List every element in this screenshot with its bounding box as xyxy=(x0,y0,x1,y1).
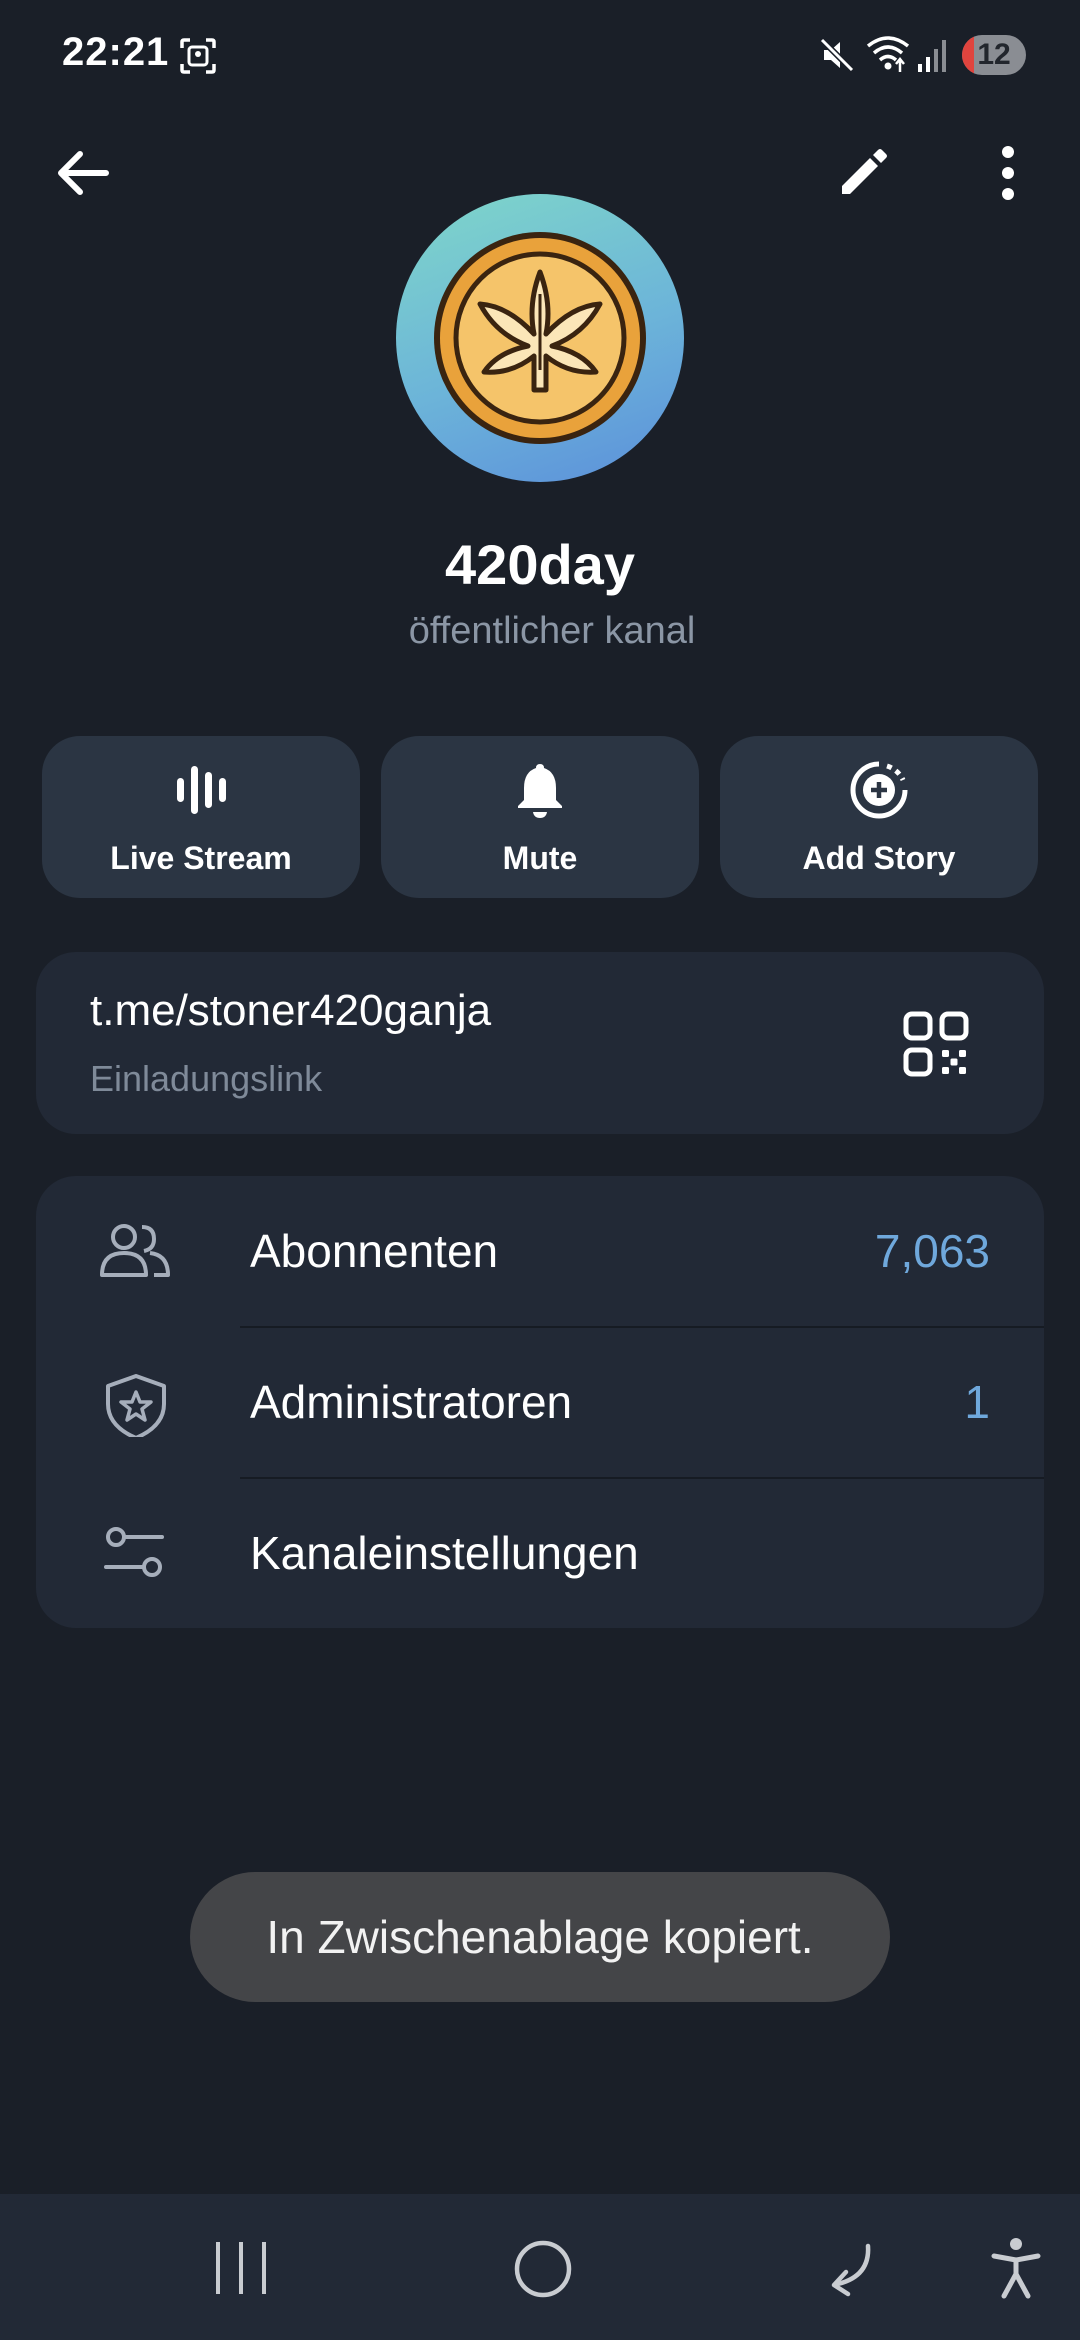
more-options-button[interactable] xyxy=(978,140,1038,206)
add-story-icon xyxy=(850,761,908,819)
subscribers-title: Abonnenten xyxy=(250,1225,499,1277)
accessibility-icon[interactable] xyxy=(990,2236,1042,2300)
people-icon xyxy=(100,1224,170,1277)
battery-badge: 12 xyxy=(962,35,1026,75)
menu-item-administrators[interactable]: Administratoren 1 xyxy=(36,1327,1044,1477)
administrators-count: 1 xyxy=(964,1376,990,1428)
menu-item-channel-settings[interactable]: Kanaleinstellungen xyxy=(36,1478,1044,1628)
channel-name: 420day xyxy=(445,533,635,596)
live-stream-icon xyxy=(177,766,226,814)
channel-settings-title: Kanaleinstellungen xyxy=(250,1527,639,1579)
signal-icon xyxy=(918,40,946,72)
screenshot-icon xyxy=(180,38,216,74)
invite-link-label: Einladungslink xyxy=(90,1058,323,1099)
edit-button[interactable] xyxy=(830,140,896,206)
battery-level: 12 xyxy=(977,38,1011,71)
mute-icon xyxy=(819,37,855,73)
recents-icon[interactable] xyxy=(210,2238,272,2298)
add-story-button[interactable]: Add Story xyxy=(720,736,1038,898)
live-stream-button[interactable]: Live Stream xyxy=(42,736,360,898)
wifi-icon xyxy=(866,36,910,72)
bell-icon xyxy=(518,764,562,818)
cannabis-coin-icon xyxy=(434,232,646,444)
channel-type: öffentlicher kanal xyxy=(408,610,696,652)
menu-item-subscribers[interactable]: Abonnenten 7,063 xyxy=(36,1176,1044,1326)
shield-star-icon xyxy=(106,1374,166,1437)
qr-code-icon[interactable] xyxy=(900,1008,972,1080)
toast-message: In Zwischenablage kopiert. xyxy=(190,1872,890,2002)
invite-link-card[interactable] xyxy=(36,952,1044,1134)
mute-button[interactable]: Mute xyxy=(381,736,699,898)
channel-avatar[interactable] xyxy=(396,194,684,482)
sliders-icon xyxy=(104,1527,164,1577)
add-story-label: Add Story xyxy=(802,840,956,876)
mute-label: Mute xyxy=(502,840,578,876)
live-stream-label: Live Stream xyxy=(110,840,292,876)
home-icon[interactable] xyxy=(512,2238,574,2300)
back-icon[interactable] xyxy=(816,2238,878,2300)
status-time: 22:21 xyxy=(62,30,170,74)
subscribers-count: 7,063 xyxy=(874,1225,990,1277)
invite-link-url[interactable]: t.me/stoner420ganja xyxy=(90,986,491,1036)
administrators-title: Administratoren xyxy=(250,1376,573,1428)
back-button[interactable] xyxy=(50,140,116,206)
